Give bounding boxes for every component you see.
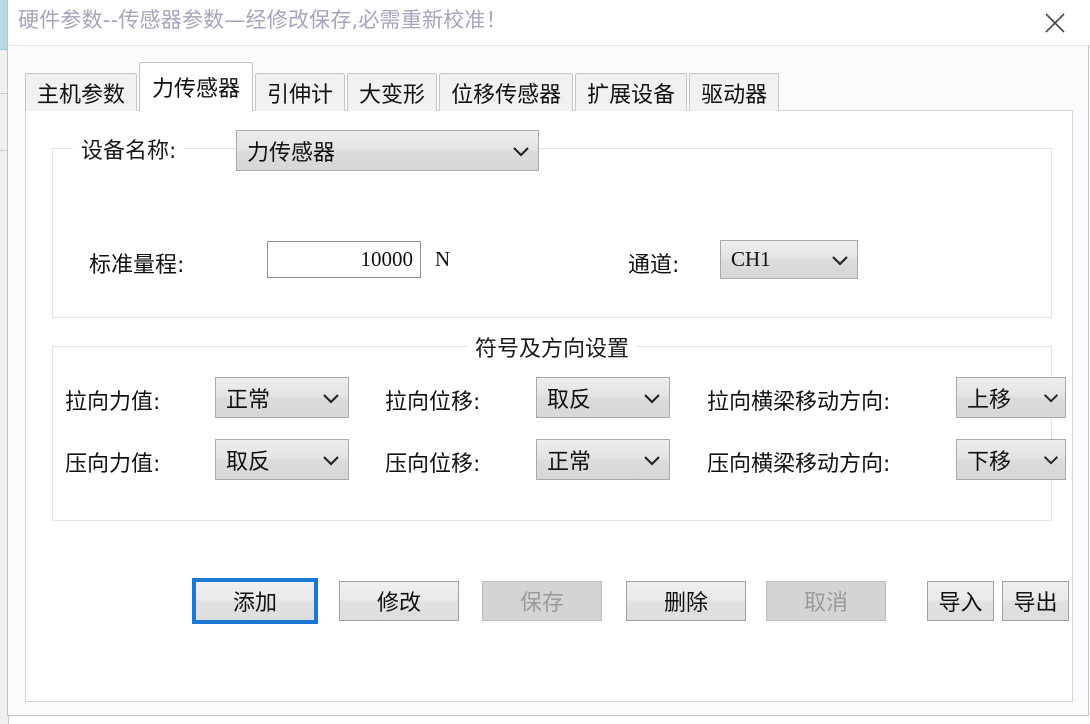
hardware-parameters-dialog: 硬件参数--传感器参数—经修改保存,必需重新校准！ 主机参数 力传感器 引伸计 …	[7, 0, 1090, 716]
tension-force-label: 拉向力值:	[65, 390, 161, 415]
tab-large-deformation[interactable]: 大变形	[347, 73, 438, 111]
close-icon	[1042, 10, 1068, 36]
add-button[interactable]: 添加	[192, 578, 318, 624]
range-unit-label: N	[435, 247, 451, 271]
compression-force-combo[interactable]: 取反	[215, 439, 349, 480]
range-input[interactable]: 10000	[267, 241, 421, 278]
tab-content-panel: 设备名称: 力传感器 标准量程: 10000 N 通道: CH1 符号及方向设置…	[25, 110, 1073, 702]
tab-extensometer[interactable]: 引伸计	[255, 73, 346, 111]
compression-beam-direction-combo-value: 下移	[967, 449, 1012, 475]
chevron-down-icon	[635, 391, 669, 405]
export-button[interactable]: 导出	[1002, 581, 1069, 621]
tension-force-combo-value: 正常	[226, 387, 271, 413]
sign-direction-group-legend: 符号及方向设置	[466, 331, 638, 363]
device-group-box: 设备名称: 力传感器 标准量程: 10000 N 通道: CH1	[52, 130, 1052, 318]
tension-displacement-combo-value: 取反	[547, 387, 592, 413]
compression-displacement-combo[interactable]: 正常	[536, 439, 670, 480]
import-button[interactable]: 导入	[927, 581, 994, 621]
tab-extension-device[interactable]: 扩展设备	[575, 73, 688, 111]
compression-force-combo-value: 取反	[226, 449, 271, 475]
channel-combo-value: CH1	[731, 247, 771, 271]
compression-displacement-label: 压向位移:	[385, 452, 481, 477]
tab-driver[interactable]: 驱动器	[689, 73, 780, 111]
sign-direction-group-box: 符号及方向设置 拉向力值: 正常 拉向位移: 取反 拉向横梁移动方向: 上移 压…	[52, 331, 1066, 521]
tension-beam-direction-label: 拉向横梁移动方向:	[707, 390, 891, 415]
window-title: 硬件参数--传感器参数—经修改保存,必需重新校准！	[18, 8, 507, 32]
tab-displacement-sensor[interactable]: 位移传感器	[439, 73, 574, 111]
tab-host-parameters[interactable]: 主机参数	[25, 73, 138, 111]
chevron-down-icon	[314, 453, 348, 467]
device-group-legend: 设备名称:	[73, 133, 185, 165]
tension-force-combo[interactable]: 正常	[215, 377, 349, 418]
dialog-titlebar: 硬件参数--传感器参数—经修改保存,必需重新校准！	[8, 0, 1090, 46]
chevron-down-icon	[1037, 453, 1065, 466]
tension-beam-direction-combo[interactable]: 上移	[956, 377, 1066, 418]
compression-displacement-combo-value: 正常	[547, 449, 592, 475]
tension-beam-direction-combo-value: 上移	[967, 387, 1012, 413]
cancel-button: 取消	[766, 581, 886, 621]
chevron-down-icon	[314, 391, 348, 405]
device-name-combo[interactable]: 力传感器	[236, 130, 539, 171]
tension-displacement-combo[interactable]: 取反	[536, 377, 670, 418]
compression-beam-direction-label: 压向横梁移动方向:	[707, 452, 891, 477]
tab-bar: 主机参数 力传感器 引伸计 大变形 位移传感器 扩展设备 驱动器	[25, 62, 781, 111]
delete-button[interactable]: 删除	[626, 581, 746, 621]
device-name-combo-value: 力传感器	[247, 140, 336, 166]
tab-force-sensor[interactable]: 力传感器	[139, 62, 254, 111]
range-label: 标准量程:	[89, 253, 185, 278]
channel-label: 通道:	[628, 253, 680, 278]
chevron-down-icon	[504, 144, 538, 158]
close-button[interactable]	[1028, 0, 1082, 45]
save-button: 保存	[482, 581, 602, 621]
tension-displacement-label: 拉向位移:	[385, 390, 481, 415]
channel-combo[interactable]: CH1	[720, 240, 858, 279]
compression-force-label: 压向力值:	[65, 452, 161, 477]
chevron-down-icon	[1037, 391, 1065, 404]
chevron-down-icon	[823, 253, 857, 267]
compression-beam-direction-combo[interactable]: 下移	[956, 439, 1066, 480]
modify-button[interactable]: 修改	[339, 581, 459, 621]
chevron-down-icon	[635, 453, 669, 467]
